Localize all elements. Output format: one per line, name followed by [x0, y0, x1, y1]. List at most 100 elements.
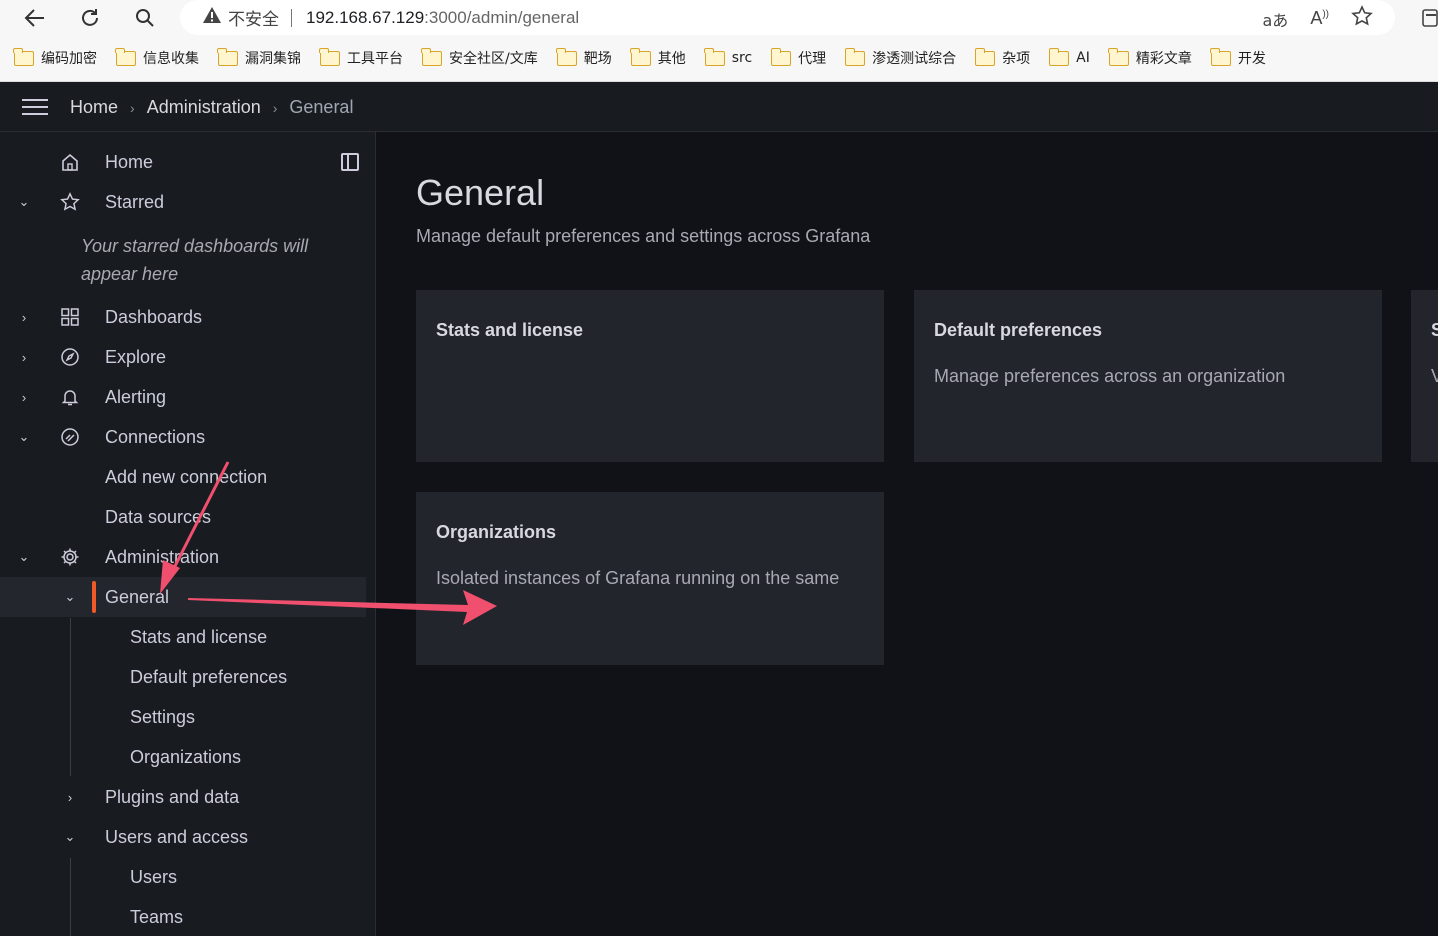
sidebar-item-label: Home — [105, 151, 154, 172]
bookmark-item[interactable]: 工具平台 — [319, 47, 403, 68]
sidebar-item-users-and-access[interactable]: ⌄ Users and access — [0, 817, 366, 857]
back-icon[interactable] — [21, 4, 49, 32]
sidebar-item-dashboards[interactable]: › Dashboards — [0, 297, 366, 337]
security-label[interactable]: 不安全 — [228, 5, 279, 30]
card-default-preferences[interactable]: Default preferences Manage preferences a… — [914, 290, 1382, 462]
bookmark-item[interactable]: 精彩文章 — [1108, 47, 1192, 68]
translate-icon[interactable]: aあ — [1263, 7, 1289, 31]
compass-icon — [58, 345, 82, 369]
sidebar-item-label: Connections — [105, 426, 206, 447]
bookmark-item[interactable]: 漏洞集锦 — [217, 47, 301, 68]
search-icon[interactable] — [131, 4, 159, 32]
folder-icon — [704, 47, 725, 66]
card-organizations[interactable]: Organizations Isolated instances of Graf… — [416, 492, 884, 665]
bookmark-label: 代理 — [798, 51, 827, 67]
bookmark-item[interactable]: 代理 — [770, 47, 827, 68]
folder-icon — [844, 47, 866, 66]
address-bar[interactable]: 不安全 192.168.67.129:3000/admin/general aあ… — [180, 0, 1395, 35]
url-text[interactable]: 192.168.67.129:3000/admin/general — [306, 8, 579, 28]
breadcrumb-home[interactable]: Home — [70, 97, 118, 118]
card-settings[interactable]: S V — [1411, 290, 1438, 462]
reload-icon[interactable] — [76, 4, 104, 32]
folder-icon — [556, 47, 577, 66]
sidebar-item-organizations[interactable]: Organizations — [0, 737, 366, 777]
bookmark-item[interactable]: AI — [1048, 47, 1090, 66]
folder-icon — [421, 47, 442, 66]
sidebar-item-settings[interactable]: Settings — [0, 697, 366, 737]
chevron-down-icon[interactable]: ⌄ — [62, 829, 78, 845]
card-description: V — [1431, 366, 1438, 386]
folder-icon — [13, 47, 34, 66]
sidebar-item-label: Starred — [105, 191, 165, 212]
bookmark-item[interactable]: 其他 — [630, 47, 686, 68]
sidebar-item-label: Stats and license — [130, 626, 268, 647]
card-stats-and-license[interactable]: Stats and license — [416, 290, 884, 462]
sidebar-item-stats-and-license[interactable]: Stats and license — [0, 617, 366, 657]
sidebar-item-default-preferences[interactable]: Default preferences — [0, 657, 366, 697]
bookmark-label: 工具平台 — [347, 51, 403, 67]
sidebar-item-starred[interactable]: ⌄ Starred — [0, 182, 366, 222]
bookmark-label: 漏洞集锦 — [245, 51, 301, 67]
sidebar-item-general[interactable]: ⌄ General — [0, 577, 366, 617]
bookmark-item[interactable]: 开发 — [1210, 47, 1266, 68]
main-content: General Manage default preferences and s… — [376, 132, 1438, 936]
sidebar-item-add-new-connection[interactable]: Add new connection — [0, 457, 366, 497]
url-path: :3000/admin/general — [424, 7, 580, 27]
folder-icon — [1210, 47, 1231, 66]
chevron-right-icon: › — [130, 99, 135, 116]
card-description: Isolated instances of Grafana running on… — [436, 568, 840, 588]
folder-icon — [217, 47, 238, 66]
bookmark-label: 信息收集 — [143, 51, 199, 67]
chevron-down-icon[interactable]: ⌄ — [16, 429, 32, 445]
breadcrumb-general: General — [289, 97, 354, 117]
chevron-right-icon[interactable]: › — [62, 790, 78, 805]
menu-icon[interactable] — [22, 99, 48, 115]
chevron-down-icon[interactable]: ⌄ — [16, 194, 32, 210]
chevron-right-icon[interactable]: › — [16, 310, 32, 325]
starred-empty-note: Your starred dashboards will appear here — [81, 236, 309, 284]
page-subtitle: Manage default preferences and settings … — [416, 226, 871, 246]
bookmark-item[interactable]: 靶场 — [556, 47, 612, 68]
bookmark-item[interactable]: src — [704, 47, 752, 66]
folder-icon — [1108, 47, 1129, 66]
connections-icon — [58, 425, 82, 449]
chevron-down-icon[interactable]: ⌄ — [62, 589, 78, 605]
breadcrumb-administration[interactable]: Administration — [147, 97, 261, 118]
bell-icon — [58, 385, 82, 409]
address-separator — [291, 8, 292, 27]
browser-toolbar: 不安全 192.168.67.129:3000/admin/general aあ… — [0, 0, 1438, 36]
bookmark-label: 安全社区/文库 — [449, 51, 538, 67]
bookmark-item[interactable]: 编码加密 — [13, 47, 97, 68]
read-aloud-label: A — [1310, 8, 1323, 28]
sidebar-item-teams[interactable]: Teams — [0, 897, 366, 936]
bookmark-item[interactable]: 安全社区/文库 — [421, 47, 538, 68]
card-title: Organizations — [436, 522, 557, 542]
warning-icon — [202, 6, 222, 29]
collections-icon[interactable] — [1420, 8, 1438, 28]
chevron-right-icon[interactable]: › — [16, 390, 32, 405]
sidebar-item-data-sources[interactable]: Data sources — [0, 497, 366, 537]
favorite-star-icon[interactable] — [1351, 5, 1373, 32]
home-icon — [58, 150, 82, 174]
sidebar-item-users[interactable]: Users — [0, 857, 366, 897]
sidebar-item-home[interactable]: Home — [0, 142, 366, 182]
chevron-right-icon[interactable]: › — [16, 350, 32, 365]
read-aloud-icon[interactable]: A)) — [1310, 8, 1329, 29]
bookmark-item[interactable]: 杂项 — [974, 47, 1030, 68]
bookmark-label: 渗透测试综合 — [872, 51, 957, 67]
sidebar-item-label: Organizations — [130, 746, 242, 767]
bookmark-item[interactable]: 信息收集 — [115, 47, 199, 68]
url-host: 192.168.67.129 — [306, 7, 425, 27]
chevron-down-icon[interactable]: ⌄ — [16, 549, 32, 565]
sidebar: Home ⌄ Starred Your starred dashboards w… — [0, 132, 376, 936]
grafana-topbar: Home › Administration › General — [0, 82, 1438, 132]
sidebar-item-label: General — [105, 586, 170, 607]
sidebar-item-alerting[interactable]: › Alerting — [0, 377, 366, 417]
sidebar-item-connections[interactable]: ⌄ Connections — [0, 417, 366, 457]
bookmark-item[interactable]: 渗透测试综合 — [844, 47, 957, 68]
sidebar-item-plugins-and-data[interactable]: › Plugins and data — [0, 777, 366, 817]
sidebar-item-explore[interactable]: › Explore — [0, 337, 366, 377]
page-title: General — [416, 172, 545, 213]
sidebar-item-label: Users — [130, 866, 178, 887]
sidebar-item-administration[interactable]: ⌄ Administration — [0, 537, 366, 577]
